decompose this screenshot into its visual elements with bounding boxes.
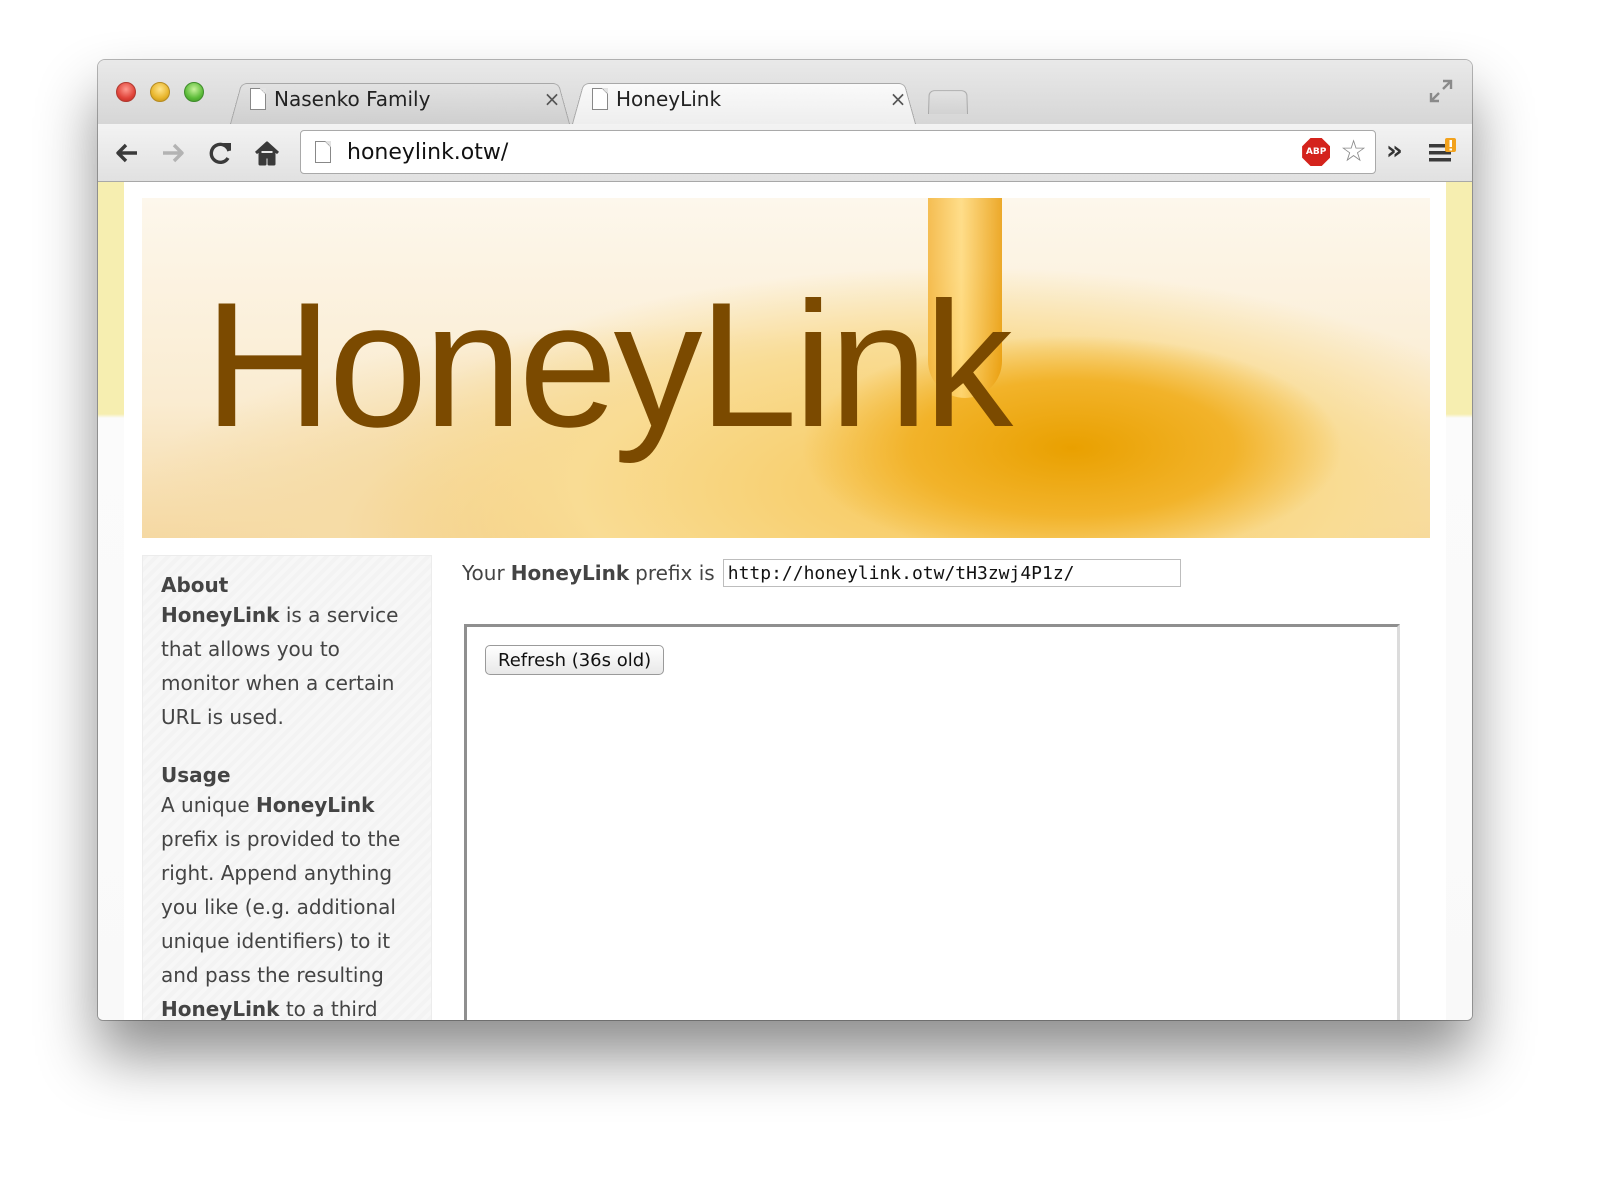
- menu-icon[interactable]: [1428, 138, 1456, 164]
- brand-title: HoneyLink: [204, 265, 1013, 464]
- close-window-button[interactable]: [116, 82, 136, 102]
- about-text: HoneyLink is a service that allows you t…: [161, 603, 399, 729]
- page-icon: [592, 88, 608, 110]
- home-icon[interactable]: [250, 136, 284, 170]
- prefix-label-brand: HoneyLink: [510, 561, 630, 585]
- address-bar[interactable]: honeylink.otw/ ABP ☆: [300, 130, 1376, 174]
- prefix-line: Your HoneyLink prefix is: [462, 558, 1181, 588]
- tab-close-icon[interactable]: ×: [542, 87, 562, 111]
- usage-text: A unique HoneyLink prefix is provided to…: [161, 793, 401, 1020]
- prefix-label: Your: [462, 561, 505, 585]
- tab-title: Nasenko Family: [274, 87, 431, 111]
- fullscreen-icon[interactable]: [1428, 78, 1454, 104]
- browser-toolbar: honeylink.otw/ ABP ☆ »: [98, 124, 1472, 182]
- usage-heading: Usage: [161, 763, 231, 787]
- page-icon: [250, 88, 266, 110]
- forward-arrow-icon[interactable]: [156, 136, 190, 170]
- zoom-window-button[interactable]: [184, 82, 204, 102]
- refresh-button[interactable]: Refresh (36s old): [485, 645, 665, 675]
- tab-nasenko-family-content[interactable]: Nasenko Family ×: [250, 86, 562, 112]
- banner-image: HoneyLink: [142, 198, 1430, 538]
- sidebar: About HoneyLink is a service that allows…: [142, 555, 432, 1020]
- browser-window: Nasenko Family × HoneyLink × honeylink.o…: [98, 60, 1472, 1020]
- adblock-plus-icon[interactable]: ABP: [1302, 138, 1331, 166]
- bookmark-star-icon[interactable]: ☆: [1340, 137, 1367, 167]
- about-heading: About: [161, 573, 229, 597]
- hits-log-frame: Refresh (36s old): [464, 624, 1400, 1020]
- tab-honeylink-content[interactable]: HoneyLink ×: [592, 86, 908, 112]
- page-viewport: HoneyLink About HoneyLink is a service t…: [98, 182, 1472, 1020]
- page-icon: [315, 141, 331, 163]
- tab-close-icon[interactable]: ×: [888, 87, 908, 111]
- prefix-label-suffix: prefix is: [635, 561, 715, 585]
- reload-icon[interactable]: [204, 136, 238, 170]
- back-arrow-icon[interactable]: [110, 136, 144, 170]
- extensions-overflow-icon[interactable]: »: [1386, 136, 1403, 166]
- prefix-field[interactable]: [722, 559, 1181, 587]
- tab-title: HoneyLink: [616, 87, 722, 111]
- url-text[interactable]: honeylink.otw/: [347, 140, 1302, 165]
- minimize-window-button[interactable]: [150, 82, 170, 102]
- new-tab-button[interactable]: [928, 90, 968, 114]
- tab-strip: Nasenko Family × HoneyLink ×: [98, 60, 1472, 124]
